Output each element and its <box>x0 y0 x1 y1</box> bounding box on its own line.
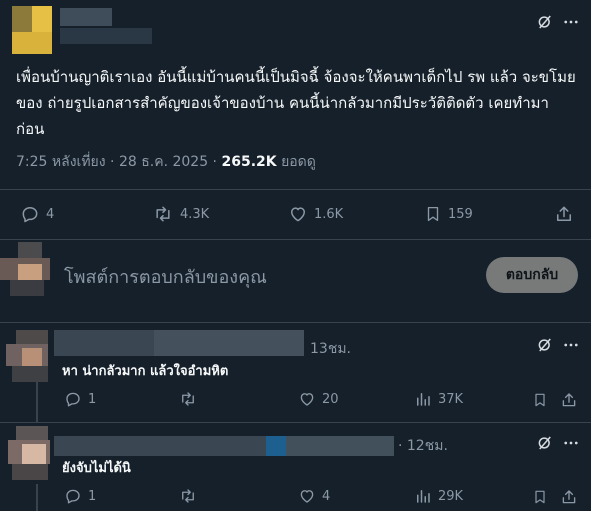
more-icon[interactable] <box>562 434 580 452</box>
reply-submit-button[interactable]: ตอบกลับ <box>486 257 578 293</box>
grok-icon[interactable] <box>536 336 554 354</box>
meta-separator: · <box>105 154 119 170</box>
avatar[interactable] <box>8 426 50 480</box>
views-icon <box>414 487 432 505</box>
meta-separator: · <box>208 154 222 170</box>
divider <box>0 322 591 323</box>
reply-button[interactable]: 1 <box>64 390 96 408</box>
thread-line <box>36 484 38 511</box>
thread-line <box>36 382 38 422</box>
grok-icon[interactable] <box>536 434 554 452</box>
like-count: 20 <box>322 391 339 407</box>
views-count: 37K <box>438 391 464 407</box>
reply-icon <box>64 390 82 408</box>
reply-button[interactable]: 4 <box>20 204 54 224</box>
grok-icon[interactable] <box>535 12 555 32</box>
reply-icon <box>64 487 82 505</box>
current-user-avatar[interactable] <box>0 238 62 300</box>
share-icon[interactable] <box>560 391 578 409</box>
like-button[interactable]: 1.6K <box>288 204 343 224</box>
post-text: เพื่อนบ้านญาติเราเอง อันนี้แม่บ้านคนนี้เ… <box>16 68 576 138</box>
bookmark-count: 159 <box>448 206 473 222</box>
reply-text: ยังจับไม่ได้นิ <box>62 461 131 476</box>
share-icon[interactable] <box>560 488 578 506</box>
post-date[interactable]: 28 ธ.ค. 2025 <box>119 154 208 170</box>
reply-count: 4 <box>46 206 55 222</box>
reply-input[interactable]: โพสต์การตอบกลับของคุณ <box>64 262 267 291</box>
reply-time[interactable]: · 12ชม. <box>398 435 448 457</box>
divider <box>0 189 591 190</box>
view-count: 265.2K <box>221 154 277 170</box>
more-icon[interactable] <box>561 12 581 32</box>
views-label: ยอดดู <box>281 154 316 170</box>
avatar[interactable] <box>12 6 52 58</box>
author-handle-redacted[interactable] <box>60 28 152 44</box>
repost-icon <box>178 390 198 408</box>
bookmark-icon[interactable] <box>532 391 548 409</box>
bookmark-button[interactable]: 159 <box>424 204 473 224</box>
like-button[interactable]: 4 <box>298 487 330 505</box>
post-meta: 7:25 หลังเที่ยง · 28 ธ.ค. 2025 · 265.2K … <box>16 152 316 172</box>
reply-button[interactable]: 1 <box>64 487 96 505</box>
author-name-redacted[interactable] <box>60 8 112 26</box>
repost-icon <box>178 487 198 505</box>
repost-icon <box>152 204 174 224</box>
avatar[interactable] <box>6 330 48 382</box>
reply-icon <box>20 204 40 224</box>
reply-action-bar: 1 20 37K <box>60 390 590 412</box>
like-icon <box>298 487 316 505</box>
author-name-redacted[interactable] <box>54 436 394 456</box>
reply-time[interactable]: 13ชม. <box>310 338 351 360</box>
divider <box>0 422 591 423</box>
bookmark-icon[interactable] <box>532 488 548 506</box>
bookmark-icon <box>424 204 442 224</box>
views-button[interactable]: 29K <box>414 487 463 505</box>
like-count: 4 <box>322 488 331 504</box>
repost-button[interactable]: 4.3K <box>152 204 209 224</box>
like-button[interactable]: 20 <box>298 390 339 408</box>
share-icon[interactable] <box>554 204 574 224</box>
repost-button[interactable] <box>178 390 198 408</box>
reply-text: หา น่ากลัวมาก แล้วใจอำมหิต <box>62 364 229 379</box>
views-button[interactable]: 37K <box>414 390 463 408</box>
repost-count: 4.3K <box>180 206 210 222</box>
like-icon <box>298 390 316 408</box>
views-count: 29K <box>438 488 464 504</box>
like-count: 1.6K <box>314 206 344 222</box>
post-time[interactable]: 7:25 หลังเที่ยง <box>16 154 106 170</box>
reply-action-bar: 1 4 29K <box>60 487 590 509</box>
more-icon[interactable] <box>562 336 580 354</box>
views-icon <box>414 390 432 408</box>
divider <box>0 239 591 240</box>
like-icon <box>288 204 308 224</box>
repost-button[interactable] <box>178 487 198 505</box>
reply-count: 1 <box>88 488 97 504</box>
author-name-redacted[interactable] <box>54 330 304 356</box>
reply-count: 1 <box>88 391 97 407</box>
